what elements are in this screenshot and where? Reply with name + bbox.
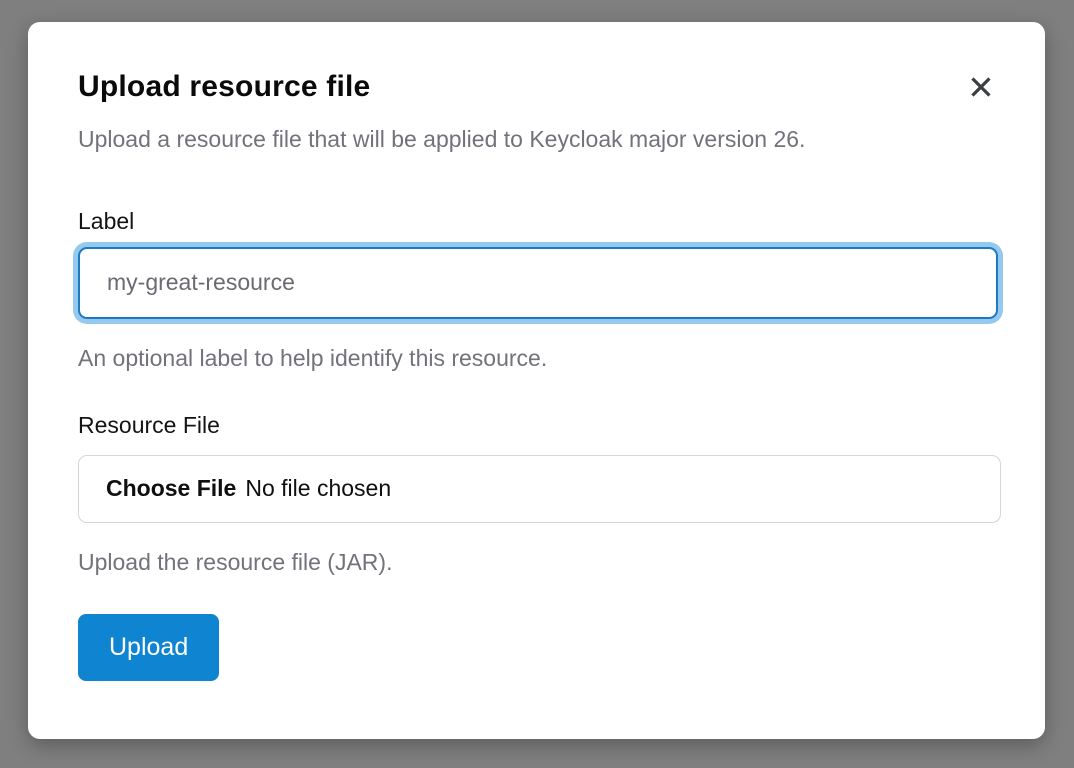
label-input[interactable] [78, 247, 998, 319]
upload-resource-dialog: ✕ Upload resource file Upload a resource… [28, 22, 1045, 739]
close-icon[interactable]: ✕ [963, 70, 999, 106]
resource-file-helper-text: Upload the resource file (JAR). [78, 549, 995, 576]
modal-backdrop: { "modal": { "title": "Upload resource f… [0, 0, 1074, 768]
choose-file-button[interactable]: Choose File [106, 475, 236, 502]
dialog-title: Upload resource file [78, 70, 995, 104]
file-chosen-status: No file chosen [245, 475, 391, 502]
dialog-description: Upload a resource file that will be appl… [78, 126, 995, 154]
label-helper-text: An optional label to help identify this … [78, 345, 995, 372]
upload-button[interactable]: Upload [78, 614, 219, 681]
label-field-label: Label [78, 208, 995, 235]
resource-file-input[interactable]: Choose File No file chosen [78, 455, 1001, 523]
resource-file-label: Resource File [78, 412, 995, 439]
